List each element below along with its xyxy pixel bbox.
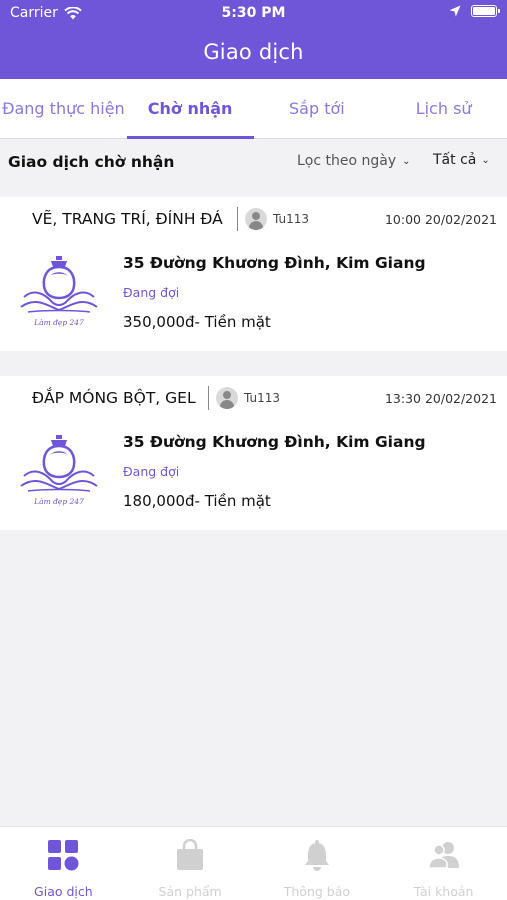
transaction-time: 10:00 20/02/2021 [384, 212, 497, 227]
transaction-card[interactable]: ĐẮP MÓNG BỘT, GEL Tu113 13:30 20/02/2021… [0, 376, 507, 530]
tab-history[interactable]: Lịch sử [380, 79, 507, 138]
nav-notifications[interactable]: Thông báo [254, 827, 381, 900]
status-right [449, 5, 500, 17]
status-time: 5:30 PM [221, 5, 286, 21]
chevron-down-icon: ⌄ [402, 155, 411, 167]
salon-logo-icon: Làm đẹp 247 [20, 256, 98, 327]
svg-text:Làm đẹp 247: Làm đẹp 247 [33, 497, 84, 506]
tab-upcoming[interactable]: Sắp tới [254, 79, 381, 138]
battery-icon [471, 5, 500, 17]
address-text: 35 Đường Khương Đình, Kim Giang [123, 433, 426, 451]
status-text: Đang đợi [123, 464, 180, 479]
card-header: ĐẮP MÓNG BỘT, GEL Tu113 13:30 20/02/2021 [0, 376, 507, 420]
nav-label: Thông báo [283, 884, 351, 899]
service-name: VẼ, TRANG TRÍ, ĐÍNH ĐÁ [32, 210, 223, 228]
nav-account[interactable]: Tài khoản [380, 827, 507, 900]
status-text: Đang đợi [123, 285, 180, 300]
nav-label: Tài khoản [413, 884, 474, 899]
users-icon [427, 842, 459, 869]
card-header: VẼ, TRANG TRÍ, ĐÍNH ĐÁ Tu113 10:00 20/02… [0, 197, 507, 241]
transaction-time: 13:30 20/02/2021 [384, 391, 497, 406]
user-name: Tu113 [273, 212, 310, 226]
user-info: Tu113 [245, 208, 309, 230]
divider [237, 207, 238, 231]
user-info: Tu113 [216, 387, 280, 409]
avatar-icon [216, 387, 238, 409]
top-header: Carrier 5:30 PM Giao dịch [0, 0, 507, 79]
section-title: Giao dịch chờ nhận [8, 153, 175, 171]
service-name: ĐẮP MÓNG BỘT, GEL [32, 389, 196, 407]
page-title: Giao dịch [203, 40, 304, 64]
bell-icon [304, 840, 329, 871]
status-bar: Carrier 5:30 PM [0, 0, 507, 28]
user-name: Tu113 [244, 391, 281, 405]
tab-in-progress[interactable]: Đang thực hiện [0, 79, 127, 138]
nav-transactions[interactable]: Giao dịch [0, 827, 127, 900]
price-text: 180,000đ- Tiền mặt [123, 492, 271, 510]
divider [208, 386, 209, 410]
nav-label: Giao dịch [34, 884, 93, 899]
status-filter-label: Tất cả [433, 152, 477, 168]
shopping-bag-icon [177, 838, 204, 870]
price-text: 350,000đ- Tiền mặt [123, 313, 271, 331]
grid-icon [48, 840, 79, 871]
chevron-down-icon: ⌄ [481, 154, 490, 166]
salon-logo-icon: Làm đẹp 247 [20, 435, 98, 506]
bottom-nav: Giao dịch Sản phẩm Thông báo Tài khoản [0, 826, 507, 900]
transaction-card[interactable]: VẼ, TRANG TRÍ, ĐÍNH ĐÁ Tu113 10:00 20/02… [0, 197, 507, 351]
date-filter-label: Lọc theo ngày [297, 153, 397, 169]
tab-bar: Đang thực hiện Chờ nhận Sắp tới Lịch sử [0, 79, 507, 139]
svg-text:Làm đẹp 247: Làm đẹp 247 [33, 318, 84, 327]
location-arrow-icon [449, 5, 461, 17]
tab-waiting[interactable]: Chờ nhận [126, 79, 254, 139]
avatar-icon [245, 208, 267, 230]
nav-label: Sản phẩm [158, 884, 222, 899]
status-filter-dropdown[interactable]: Tất cả ⌄ [433, 152, 490, 168]
date-filter-dropdown[interactable]: Lọc theo ngày ⌄ [297, 153, 411, 169]
filter-row: Giao dịch chờ nhận Lọc theo ngày ⌄ Tất c… [0, 139, 507, 185]
nav-products[interactable]: Sản phẩm [127, 827, 254, 900]
address-text: 35 Đường Khương Đình, Kim Giang [123, 254, 426, 272]
